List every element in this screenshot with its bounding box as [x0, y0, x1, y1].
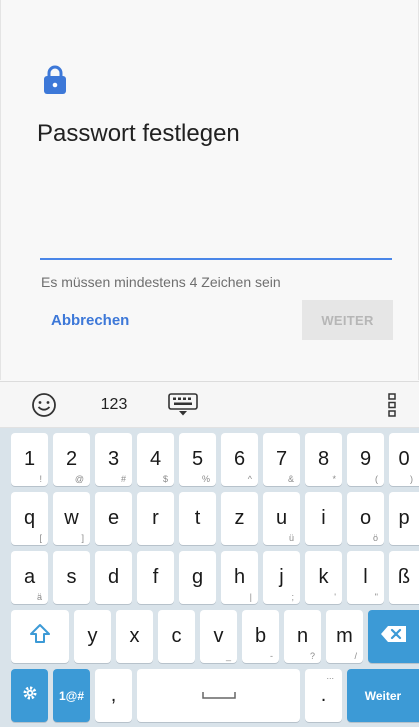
space-bar-icon — [201, 687, 236, 705]
gear-icon — [22, 685, 38, 706]
cancel-button[interactable]: Abbrechen — [51, 312, 129, 329]
key-eszett[interactable]: ß — [389, 551, 419, 604]
key-y[interactable]: y — [74, 610, 111, 663]
key-5[interactable]: 5% — [179, 433, 216, 486]
key-f[interactable]: f — [137, 551, 174, 604]
next-button[interactable]: WEITER — [302, 300, 393, 340]
key-w[interactable]: w] — [53, 492, 90, 545]
key-c[interactable]: c — [158, 610, 195, 663]
shift-arrow-icon — [29, 623, 51, 650]
key-u[interactable]: uü — [263, 492, 300, 545]
left-edge — [0, 0, 1, 380]
password-setup-screen: Passwort festlegen Es müssen mindestens … — [0, 0, 419, 727]
password-input[interactable] — [40, 224, 392, 260]
comma-key[interactable]: , — [95, 669, 132, 722]
key-z[interactable]: z — [221, 492, 258, 545]
lock-icon — [42, 64, 68, 96]
key-7[interactable]: 7 & — [263, 433, 300, 486]
key-0[interactable]: 0) — [389, 433, 419, 486]
enter-key[interactable]: Weiter — [347, 669, 419, 722]
key-p[interactable]: p — [389, 492, 419, 545]
key-i[interactable]: i — [305, 492, 342, 545]
key-8[interactable]: 8 * — [305, 433, 342, 486]
key-k[interactable]: k ' — [305, 551, 342, 604]
backspace-key[interactable] — [368, 610, 419, 663]
key-3[interactable]: 3 # — [95, 433, 132, 486]
space-key[interactable] — [137, 669, 300, 722]
key-j[interactable]: j; — [263, 551, 300, 604]
key-6[interactable]: 6 ^ — [221, 433, 258, 486]
smiley-icon[interactable] — [28, 382, 60, 428]
key-2[interactable]: 2 @ — [53, 433, 90, 486]
key-b[interactable]: b- — [242, 610, 279, 663]
shift-key[interactable] — [11, 610, 69, 663]
key-r[interactable]: r — [137, 492, 174, 545]
key-t[interactable]: t — [179, 492, 216, 545]
key-h[interactable]: h | — [221, 551, 258, 604]
key-e[interactable]: e — [95, 492, 132, 545]
key-m[interactable]: m / — [326, 610, 363, 663]
numbers-toggle[interactable]: 123 — [94, 382, 134, 428]
page-title: Passwort festlegen — [37, 120, 240, 147]
settings-key[interactable] — [11, 669, 48, 722]
key-g[interactable]: g — [179, 551, 216, 604]
key-a[interactable]: aä — [11, 551, 48, 604]
key-n[interactable]: n? — [284, 610, 321, 663]
more-vertical-icon[interactable] — [383, 382, 401, 428]
key-4[interactable]: 4 $ — [137, 433, 174, 486]
password-hint: Es müssen mindestens 4 Zeichen sein — [41, 274, 281, 290]
key-1[interactable]: 1! — [11, 433, 48, 486]
key-q[interactable]: q[ — [11, 492, 48, 545]
symbols-key[interactable]: 1@# — [53, 669, 90, 722]
key-v[interactable]: v _ — [200, 610, 237, 663]
keyboard: 1! 2 @ 3 # 4 $ 5% 6 ^ 7 & 8 * 9( 0) q[ w] e r … — [0, 428, 419, 727]
keyboard-toolbar: 123 — [0, 381, 419, 428]
key-x[interactable]: x — [116, 610, 153, 663]
period-key[interactable]: . ... — [305, 669, 342, 722]
key-9[interactable]: 9( — [347, 433, 384, 486]
key-o[interactable]: oö — [347, 492, 384, 545]
key-s[interactable]: s — [53, 551, 90, 604]
keyboard-hide-icon[interactable] — [166, 382, 200, 428]
key-l[interactable]: l " — [347, 551, 384, 604]
key-d[interactable]: d — [95, 551, 132, 604]
backspace-icon — [380, 625, 408, 648]
